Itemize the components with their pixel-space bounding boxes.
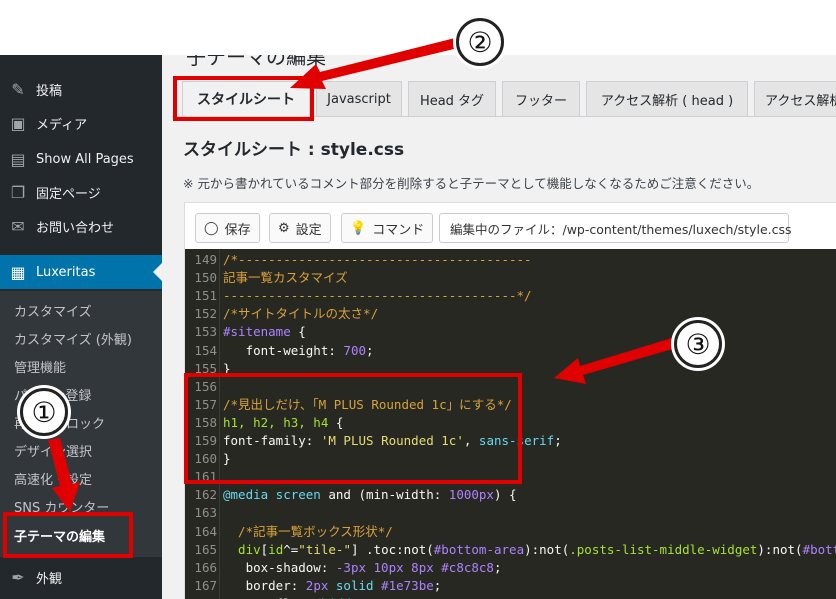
arrow-to-tab [290, 38, 458, 89]
annotation-badge-3: ③ [674, 320, 722, 368]
annotation-badge-1: ① [20, 388, 68, 436]
annotation-arrows [48, 38, 676, 512]
arrow-to-menu [48, 438, 80, 512]
arrow-to-code [554, 338, 676, 384]
annotation-badge-2: ② [456, 18, 504, 66]
